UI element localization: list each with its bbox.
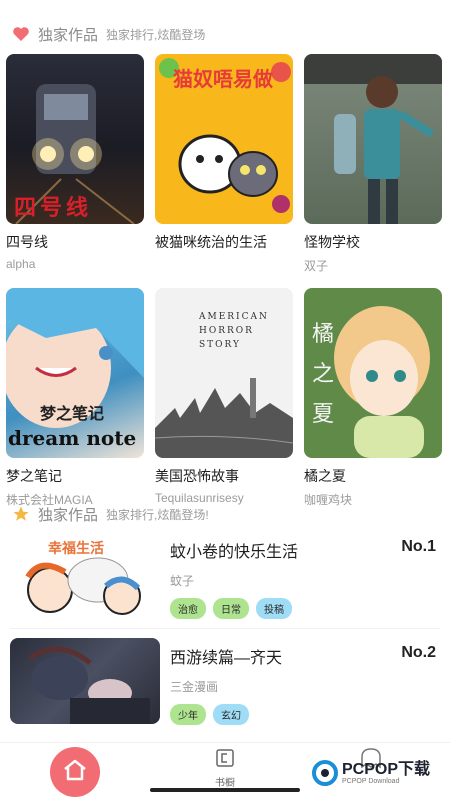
book-title: 美国恐怖故事 [155, 468, 239, 484]
tab-bookshelf-label: 书橱 [215, 778, 235, 789]
book-title: 被猫咪统治的生活 [155, 234, 267, 250]
ranking-author: 三金漫画 [170, 680, 219, 694]
home-icon [62, 758, 88, 787]
book-card[interactable]: 怪物学校 双子 [304, 54, 442, 274]
section-header-ranking: 独家作品 独家排行,炫酷登场! [12, 502, 209, 526]
watermark-text: PCPOP下载 [342, 760, 431, 778]
tab-bookshelf[interactable]: 书橱 [208, 749, 242, 789]
section-title: 独家作品 [38, 506, 99, 524]
ranking-title: 蚊小卷的快乐生活 [170, 544, 299, 561]
section-header-exclusive: 独家作品 独家排行,炫酷登场 [12, 22, 205, 46]
tag-list: 治愈 日常 投稿 [170, 598, 292, 619]
ranking-item[interactable]: 幸福生活 蚊小卷的快乐生活 No.1 蚊子 治愈 日常 投稿 [0, 532, 450, 632]
tag-list: 少年 玄幻 [170, 704, 249, 725]
cover-title: 梦之笔记 [40, 406, 105, 423]
tab-home[interactable] [50, 747, 100, 797]
ranking-number: No.2 [401, 644, 436, 661]
book-cover[interactable]: AMERICAN HORROR STORY [155, 288, 293, 458]
book-cover[interactable]: 橘之夏 [304, 288, 442, 458]
cover-title: 四号线 [14, 195, 93, 220]
book-card[interactable]: 梦之笔记 dream note 梦之笔记 株式会社MAGIA [6, 288, 144, 508]
section-subtitle: 独家排行,炫酷登场! [106, 507, 209, 522]
book-author: 双子 [304, 259, 329, 273]
ranking-number: No.1 [401, 538, 436, 555]
star-icon [12, 505, 30, 523]
book-grid: 四号线 四号线 alpha 猫奴唔易做 被猫咪统治的生活 怪物学校 双子 梦之笔… [6, 54, 444, 508]
book-title: 橘之夏 [304, 468, 346, 484]
book-cover[interactable]: 猫奴唔易做 [155, 54, 293, 224]
book-title: 四号线 [6, 234, 48, 250]
ranking-title: 西游续篇—齐天 [170, 650, 283, 667]
book-card[interactable]: 猫奴唔易做 被猫咪统治的生活 [155, 54, 293, 274]
book-cover[interactable] [304, 54, 442, 224]
ranking-thumb[interactable] [10, 638, 160, 724]
book-title: 怪物学校 [304, 234, 360, 250]
section-subtitle: 独家排行,炫酷登场 [106, 27, 206, 42]
book-title: 梦之笔记 [6, 468, 62, 484]
tag[interactable]: 少年 [170, 704, 206, 725]
cover-subtitle: dream note [8, 426, 137, 450]
watermark-subtext: PCPOP Download [342, 777, 400, 785]
ranking-item[interactable]: 西游续篇—齐天 No.2 三金漫画 少年 玄幻 [0, 638, 450, 738]
cover-title: 猫奴唔易做 [173, 69, 273, 91]
cover-title: 橘之夏 [312, 321, 335, 426]
heart-icon [12, 25, 30, 43]
book-cover[interactable]: 四号线 [6, 54, 144, 224]
section-title: 独家作品 [38, 26, 99, 44]
divider [10, 628, 440, 629]
ranking-author: 蚊子 [170, 574, 195, 588]
book-card[interactable]: 四号线 四号线 alpha [6, 54, 144, 274]
ranking-thumb-text: 幸福生活 [48, 540, 104, 556]
tag[interactable]: 玄幻 [213, 704, 249, 725]
home-indicator[interactable] [150, 788, 300, 792]
book-author: 咖喱鸡块 [304, 493, 353, 507]
book-author: alpha [6, 257, 36, 271]
book-cover[interactable]: 梦之笔记 dream note [6, 288, 144, 458]
bookshelf-icon [215, 749, 235, 771]
ranking-thumb[interactable]: 幸福生活 [10, 532, 160, 618]
book-card[interactable]: 橘之夏 橘之夏 咖喱鸡块 [304, 288, 442, 508]
tag[interactable]: 治愈 [170, 598, 206, 619]
watermark-logo [312, 760, 338, 786]
tag[interactable]: 日常 [213, 598, 249, 619]
cover-title: AMERICAN HORROR STORY [199, 312, 269, 350]
tag[interactable]: 投稿 [256, 598, 292, 619]
watermark: PCPOP下载 PCPOP Download [312, 760, 430, 786]
book-card[interactable]: AMERICAN HORROR STORY 美国恐怖故事 Tequilasunr… [155, 288, 293, 508]
